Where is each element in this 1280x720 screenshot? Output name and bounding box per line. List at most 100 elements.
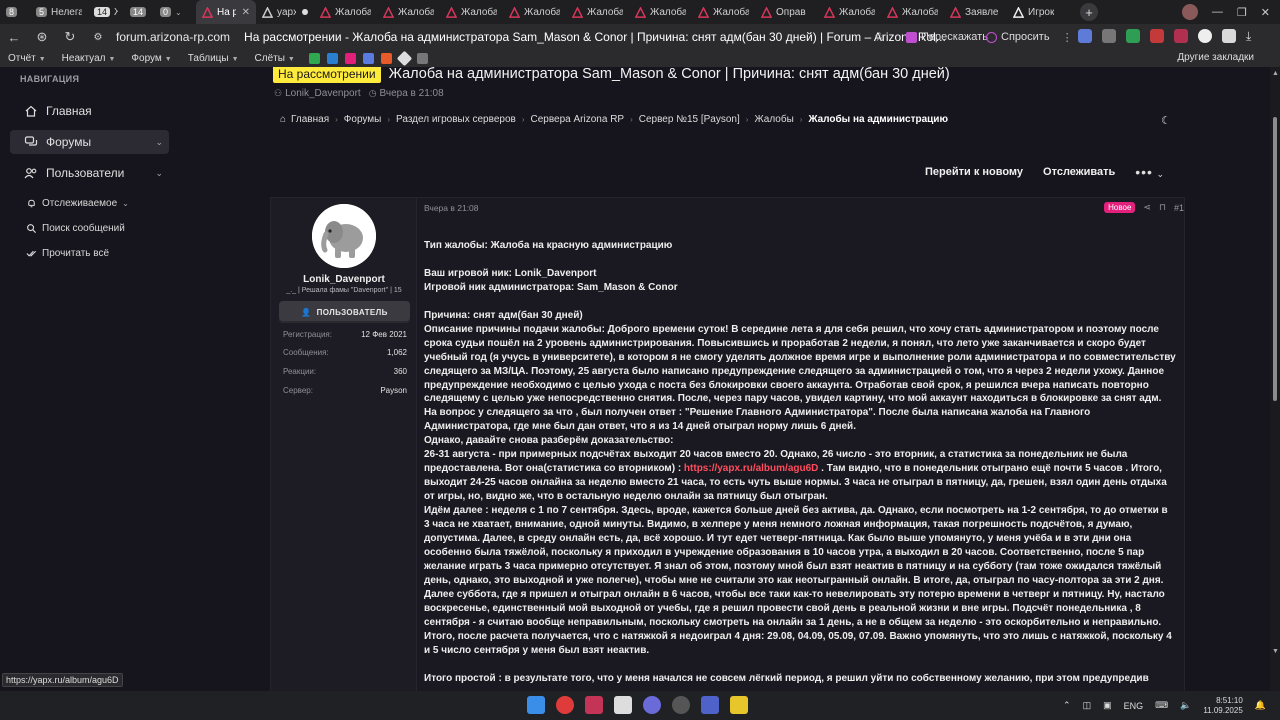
- clock[interactable]: 8:51:10 11.09.2025: [1203, 696, 1242, 716]
- other-bookmarks[interactable]: Другие закладки: [1169, 52, 1262, 63]
- album-link[interactable]: https://yapx.ru/album/agu6D: [684, 463, 818, 474]
- post-number[interactable]: #1: [1174, 203, 1184, 213]
- extensions-puzzle-icon[interactable]: [1222, 29, 1236, 43]
- watch-button[interactable]: Отслеживать: [1033, 161, 1125, 183]
- tab-complaint[interactable]: Жалоба: [314, 0, 377, 24]
- tab-complaint[interactable]: Жалоба: [566, 0, 629, 24]
- extension-icon[interactable]: [1078, 29, 1092, 43]
- bookmark-folder[interactable]: Таблицы ▼: [180, 53, 247, 64]
- bookmark-icon[interactable]: [362, 53, 374, 64]
- bookmark-star-icon[interactable]: ☆: [874, 29, 886, 45]
- more-menu-button[interactable]: ••• ⌄: [1125, 164, 1175, 180]
- breadcrumb-item[interactable]: Жалобы: [754, 114, 793, 125]
- profile-icon[interactable]: [1198, 29, 1212, 43]
- bookmark-folder[interactable]: Отчёт ▼: [0, 53, 54, 64]
- bookmark-icon[interactable]: [326, 53, 338, 64]
- extension-icon[interactable]: [1102, 29, 1116, 43]
- breadcrumb-item[interactable]: Сервера Arizona RP: [531, 114, 625, 125]
- tab-complaint[interactable]: Жалоба: [440, 0, 503, 24]
- breadcrumb-current[interactable]: Жалобы на администрацию: [808, 114, 948, 125]
- url-page-title[interactable]: На рассмотрении - Жалоба на администрато…: [244, 30, 946, 44]
- ask-button[interactable]: Спросить ⋮: [980, 28, 1079, 46]
- bookmark-folder[interactable]: Форум ▼: [123, 53, 179, 64]
- page-scrollbar[interactable]: ▲ ▼: [1270, 67, 1280, 691]
- breadcrumb-item[interactable]: Раздел игровых серверов: [396, 114, 516, 125]
- charts-app-icon[interactable]: [701, 696, 719, 714]
- sidebar-item-home[interactable]: Главная: [10, 99, 169, 123]
- stat-value[interactable]: 1,062: [387, 348, 407, 357]
- sidebar-item-search[interactable]: Поиск сообщений: [26, 223, 125, 234]
- tab-complaint[interactable]: Жалоба: [692, 0, 755, 24]
- more-icon[interactable]: ⋮: [1062, 31, 1073, 44]
- scroll-thumb[interactable]: [1273, 117, 1277, 401]
- tray-app-icon[interactable]: ▣: [1103, 700, 1112, 711]
- network-icon[interactable]: ⌨: [1155, 700, 1168, 711]
- download-icon[interactable]: ⤓: [1246, 29, 1260, 43]
- bookmark-icon[interactable]: ⊓: [1159, 202, 1166, 213]
- tab-active[interactable]: На ра ✕: [196, 0, 256, 24]
- tab-complaint[interactable]: Жалоба: [503, 0, 566, 24]
- breadcrumb-item[interactable]: Сервер №15 [Payson]: [639, 114, 740, 125]
- theme-toggle-moon-icon[interactable]: ☾: [1161, 114, 1171, 127]
- notification-bell-icon[interactable]: 🔔: [1255, 700, 1266, 711]
- tab-group-nelegaly[interactable]: 5Нелегалы: [30, 0, 88, 24]
- discord-icon[interactable]: [643, 696, 661, 714]
- yandex-browser-icon[interactable]: [556, 696, 574, 714]
- restore-icon[interactable]: ❐: [1237, 6, 1247, 19]
- start-windows-icon[interactable]: [527, 696, 545, 714]
- tab-complaint[interactable]: Жалоба: [377, 0, 440, 24]
- app-icon[interactable]: [730, 696, 748, 714]
- bookmark-icon[interactable]: [344, 53, 356, 64]
- tab-application[interactable]: Заявле: [944, 0, 1007, 24]
- minimize-icon[interactable]: —: [1212, 6, 1223, 18]
- sidebar-item-users[interactable]: Пользователи ⌄: [10, 161, 169, 185]
- back-icon[interactable]: ←: [0, 30, 28, 45]
- breadcrumb-item[interactable]: Форумы: [344, 114, 382, 125]
- new-tab-button[interactable]: +: [1080, 3, 1098, 21]
- share-icon[interactable]: ⋖: [1143, 202, 1151, 213]
- tab-complaint[interactable]: Жалоба: [818, 0, 881, 24]
- shield-icon[interactable]: ⊛: [28, 29, 56, 45]
- breadcrumb-item[interactable]: Главная: [291, 114, 329, 125]
- extension-icon[interactable]: [1174, 29, 1188, 43]
- tab-appeal[interactable]: Оправ: [755, 0, 818, 24]
- thread-date[interactable]: ◷ Вчера в 21:08: [369, 88, 444, 99]
- thread-author[interactable]: ⚇ Lonik_Davenport: [274, 88, 361, 99]
- post-date[interactable]: Вчера в 21:08: [424, 203, 479, 213]
- sidebar-item-mark-read[interactable]: Прочитать всё: [26, 248, 109, 259]
- goto-new-button[interactable]: Перейти к новому: [915, 161, 1033, 183]
- language-indicator[interactable]: ENG: [1124, 701, 1144, 711]
- tab-group-0[interactable]: 0 ⌄: [154, 0, 188, 24]
- avatar[interactable]: [312, 204, 376, 268]
- bookmark-icon[interactable]: [380, 53, 392, 64]
- tab-complaint[interactable]: Жалоба: [881, 0, 944, 24]
- thread-prefix-label[interactable]: На рассмотрении: [273, 67, 381, 83]
- site-info-icon[interactable]: ⚙: [84, 32, 112, 43]
- user-name[interactable]: Lonik_Davenport: [271, 274, 417, 285]
- bookmark-icon[interactable]: [416, 53, 428, 64]
- tab-group-jb[interactable]: 14Жб: [88, 0, 124, 24]
- extension-icon[interactable]: [1126, 29, 1140, 43]
- bookmark-icon[interactable]: [396, 50, 413, 67]
- tab-group-14[interactable]: 14: [124, 0, 154, 24]
- app-icon[interactable]: [672, 696, 690, 714]
- close-window-icon[interactable]: ✕: [1261, 6, 1270, 19]
- bookmark-folder[interactable]: Неактуал ▼: [54, 53, 124, 64]
- url-host[interactable]: forum.arizona-rp.com: [116, 30, 230, 44]
- tray-app-icon[interactable]: ◫: [1083, 700, 1092, 711]
- tab-complaint[interactable]: Жалоба: [629, 0, 692, 24]
- volume-icon[interactable]: 🔈: [1180, 700, 1191, 711]
- reload-icon[interactable]: ↻: [56, 29, 84, 45]
- bookmark-folder[interactable]: Слёты ▼: [247, 53, 303, 64]
- sheets-icon[interactable]: [308, 53, 320, 64]
- extension-icon[interactable]: [1150, 29, 1164, 43]
- tab-player[interactable]: Игрок: [1007, 0, 1070, 24]
- profile-avatar[interactable]: [1181, 4, 1198, 20]
- tab-yapx[interactable]: yapx: [256, 0, 314, 24]
- chevron-up-icon[interactable]: ⌃: [1063, 700, 1071, 711]
- scroll-up-icon[interactable]: ▲: [1272, 70, 1279, 77]
- close-icon[interactable]: ✕: [242, 7, 250, 18]
- tab-group-8[interactable]: 8: [0, 0, 30, 24]
- arizona-launcher-icon[interactable]: [614, 696, 632, 714]
- scroll-down-icon[interactable]: ▼: [1272, 648, 1279, 655]
